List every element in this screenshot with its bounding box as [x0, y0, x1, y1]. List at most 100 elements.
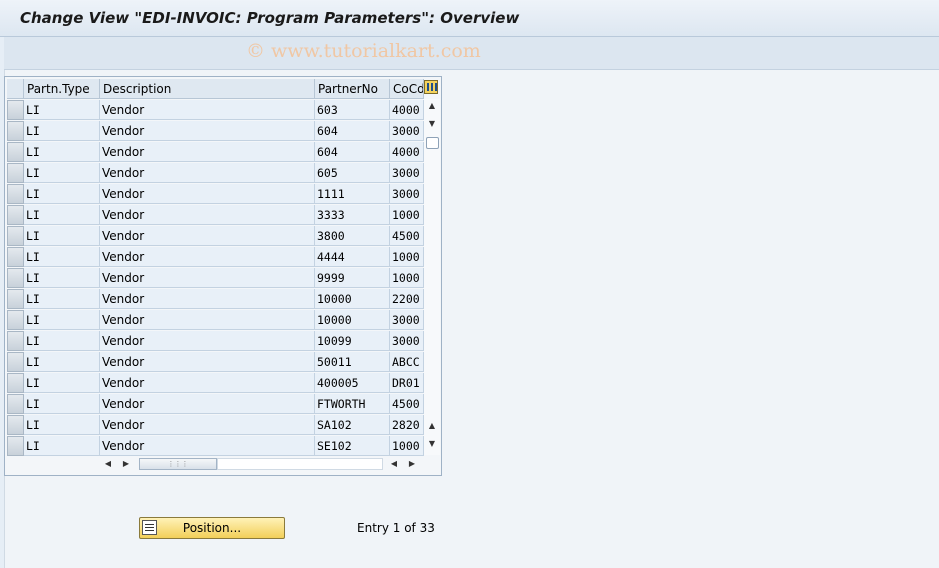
header-partner-no[interactable]: PartnerNo	[315, 79, 390, 99]
scroll-up-icon[interactable]: ▲	[424, 101, 440, 110]
table-row[interactable]: LI Vendor 10099 3000	[5, 331, 425, 352]
cell-description: Vendor	[100, 163, 315, 183]
cell-partner-no: 3333	[315, 205, 390, 225]
table-row[interactable]: LI Vendor 605 3000	[5, 163, 425, 184]
cell-description: Vendor	[100, 268, 315, 288]
cell-partn-type: LI	[24, 352, 100, 372]
row-selector[interactable]	[7, 415, 24, 435]
cell-partn-type: LI	[24, 373, 100, 393]
row-selector[interactable]	[7, 226, 24, 246]
cell-description: Vendor	[100, 205, 315, 225]
cell-partner-no: 400005	[315, 373, 390, 393]
position-button[interactable]: Position...	[139, 517, 285, 539]
cell-partn-type: LI	[24, 331, 100, 351]
vertical-scrollbar[interactable]: ▲ ▼ ▲ ▼	[424, 99, 440, 455]
cell-description: Vendor	[100, 331, 315, 351]
table-row[interactable]: LI Vendor 10000 3000	[5, 310, 425, 331]
row-selector[interactable]	[7, 373, 24, 393]
row-selector[interactable]	[7, 394, 24, 414]
table-row[interactable]: LI Vendor 50011 ABCC	[5, 352, 425, 373]
cell-description: Vendor	[100, 436, 315, 456]
cell-description: Vendor	[100, 352, 315, 372]
horizontal-scroll-thumb[interactable]: ⋮⋮⋮	[139, 458, 217, 470]
row-selector[interactable]	[7, 100, 24, 120]
table-row[interactable]: LI Vendor 400005 DR01	[5, 373, 425, 394]
scroll-left-icon-2[interactable]: ◀	[389, 459, 399, 468]
cell-partn-type: LI	[24, 100, 100, 120]
row-selector[interactable]	[7, 289, 24, 309]
cell-partner-no: 605	[315, 163, 390, 183]
row-selector[interactable]	[7, 163, 24, 183]
cell-partner-no: 50011	[315, 352, 390, 372]
cell-co-cd: 1000	[390, 247, 424, 267]
cell-co-cd: 3000	[390, 331, 424, 351]
cell-co-cd: 4000	[390, 142, 424, 162]
row-selector[interactable]	[7, 121, 24, 141]
cell-co-cd: 4500	[390, 394, 424, 414]
scroll-right-icon-2[interactable]: ▶	[407, 459, 417, 468]
column-configuration-icon[interactable]	[424, 80, 438, 94]
scroll-down-icon[interactable]: ▼	[424, 119, 440, 128]
cell-description: Vendor	[100, 100, 315, 120]
cell-partn-type: LI	[24, 268, 100, 288]
table-row[interactable]: LI Vendor SA102 2820	[5, 415, 425, 436]
row-selector[interactable]	[7, 247, 24, 267]
page-down-icon[interactable]: ▼	[424, 439, 440, 448]
horizontal-scrollbar[interactable]: ◀ ▶ ⋮⋮⋮ ◀ ▶	[101, 457, 441, 471]
cell-partn-type: LI	[24, 163, 100, 183]
row-selector[interactable]	[7, 436, 24, 456]
cell-co-cd: 4500	[390, 226, 424, 246]
cell-description: Vendor	[100, 310, 315, 330]
header-co-cd[interactable]: CoCd	[390, 79, 424, 99]
row-selector[interactable]	[7, 331, 24, 351]
cell-partner-no: 3800	[315, 226, 390, 246]
cell-description: Vendor	[100, 121, 315, 141]
table-row[interactable]: LI Vendor 3800 4500	[5, 226, 425, 247]
select-all-cell[interactable]	[7, 79, 24, 99]
table-row[interactable]: LI Vendor 603 4000	[5, 100, 425, 121]
table-row[interactable]: LI Vendor 4444 1000	[5, 247, 425, 268]
table-row[interactable]: LI Vendor 9999 1000	[5, 268, 425, 289]
table-row[interactable]: LI Vendor 604 3000	[5, 121, 425, 142]
parameters-table: Partn.Type Description PartnerNo CoCd LI…	[4, 76, 442, 476]
cell-partner-no: FTWORTH	[315, 394, 390, 414]
cell-co-cd: 2820	[390, 415, 424, 435]
table-row[interactable]: LI Vendor 3333 1000	[5, 205, 425, 226]
row-selector[interactable]	[7, 184, 24, 204]
header-partn-type[interactable]: Partn.Type	[24, 79, 100, 99]
cell-partn-type: LI	[24, 415, 100, 435]
cell-description: Vendor	[100, 226, 315, 246]
cell-co-cd: 3000	[390, 310, 424, 330]
cell-partn-type: LI	[24, 394, 100, 414]
row-selector[interactable]	[7, 352, 24, 372]
cell-partn-type: LI	[24, 226, 100, 246]
page-title: Change View "EDI-INVOIC: Program Paramet…	[20, 9, 520, 27]
cell-partn-type: LI	[24, 205, 100, 225]
table-row[interactable]: LI Vendor SE102 1000	[5, 436, 425, 457]
page-up-icon[interactable]: ▲	[424, 421, 440, 430]
table-row[interactable]: LI Vendor FTWORTH 4500	[5, 394, 425, 415]
cell-partn-type: LI	[24, 310, 100, 330]
scroll-thumb[interactable]	[426, 137, 439, 149]
cell-description: Vendor	[100, 394, 315, 414]
row-selector[interactable]	[7, 310, 24, 330]
list-position-icon	[142, 520, 157, 535]
cell-partner-no: 604	[315, 121, 390, 141]
cell-partner-no: 4444	[315, 247, 390, 267]
cell-partn-type: LI	[24, 436, 100, 456]
row-selector[interactable]	[7, 205, 24, 225]
horizontal-scroll-track[interactable]	[217, 458, 383, 470]
watermark: © www.tutorialkart.com	[246, 40, 481, 62]
row-selector[interactable]	[7, 268, 24, 288]
cell-description: Vendor	[100, 373, 315, 393]
cell-description: Vendor	[100, 289, 315, 309]
scroll-left-icon[interactable]: ◀	[103, 459, 113, 468]
table-row[interactable]: LI Vendor 604 4000	[5, 142, 425, 163]
table-row[interactable]: LI Vendor 10000 2200	[5, 289, 425, 310]
header-description[interactable]: Description	[100, 79, 315, 99]
table-row[interactable]: LI Vendor 1111 3000	[5, 184, 425, 205]
scroll-right-icon[interactable]: ▶	[121, 459, 131, 468]
cell-description: Vendor	[100, 247, 315, 267]
row-selector[interactable]	[7, 142, 24, 162]
cell-partner-no: 603	[315, 100, 390, 120]
